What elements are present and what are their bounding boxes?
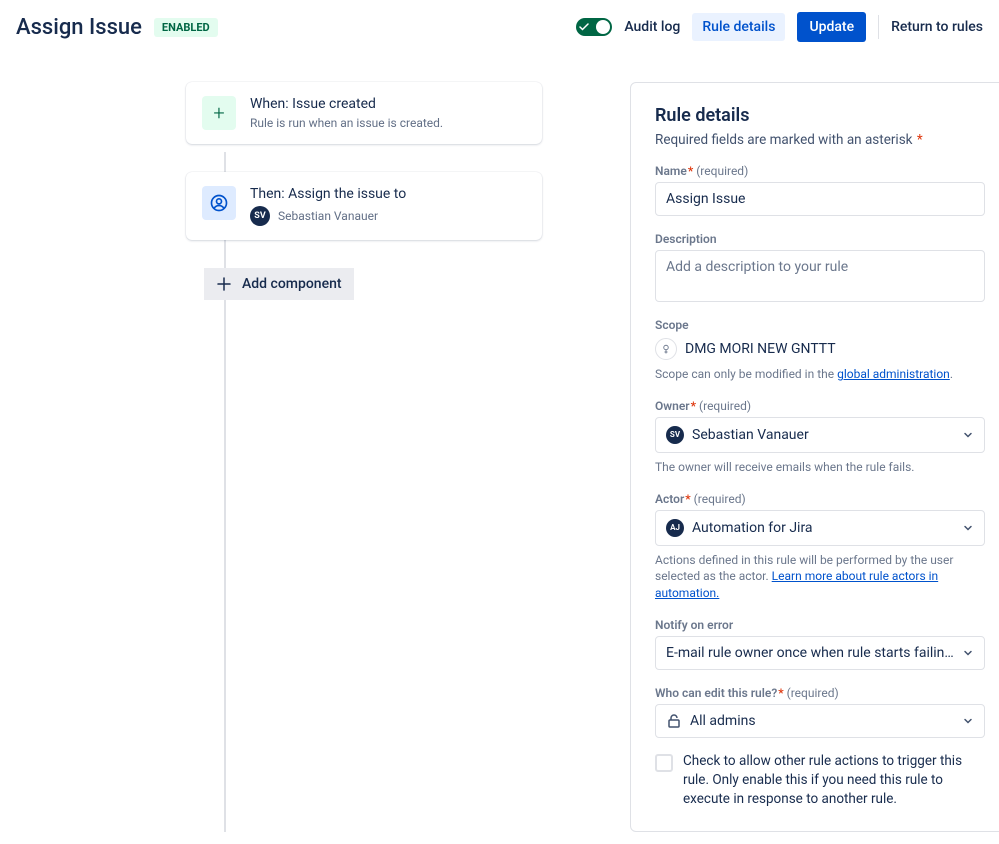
trigger-title: When: Issue created — [250, 96, 443, 112]
required-note: Required fields are marked with an aster… — [655, 132, 913, 148]
add-component-button[interactable]: Add component — [204, 268, 354, 300]
notify-label: Notify on error — [655, 618, 985, 632]
return-to-rules-link[interactable]: Return to rules — [891, 19, 983, 35]
add-component-label: Add component — [242, 276, 342, 292]
plus-icon: + — [202, 96, 236, 130]
avatar: SV — [250, 206, 270, 226]
required-hint: (required) — [699, 399, 751, 413]
plus-icon — [216, 276, 232, 292]
assign-icon — [202, 186, 236, 220]
who-can-edit-select[interactable]: All admins — [655, 704, 985, 738]
avatar: AJ — [666, 519, 684, 537]
description-label: Description — [655, 232, 985, 246]
owner-select[interactable]: SV Sebastian Vanauer — [655, 417, 985, 453]
separator — [878, 15, 879, 39]
trigger-subtitle: Rule is run when an issue is created. — [250, 116, 443, 130]
name-input[interactable]: Assign Issue — [655, 182, 985, 216]
scope-help-text: Scope can only be modified in the — [655, 367, 837, 381]
required-hint: (required) — [696, 164, 748, 178]
rule-details-tab[interactable]: Rule details — [692, 13, 785, 41]
scope-label: Scope — [655, 318, 985, 332]
chevron-down-icon — [962, 429, 974, 441]
rule-enabled-toggle[interactable] — [576, 18, 612, 36]
chevron-down-icon — [962, 522, 974, 534]
panel-heading: Rule details — [655, 105, 985, 126]
assignee-name: Sebastian Vanauer — [278, 209, 378, 223]
check-icon — [579, 22, 589, 32]
owner-label: Owner — [655, 399, 690, 413]
who-can-edit-label: Who can edit this rule? — [655, 686, 777, 700]
action-card[interactable]: Then: Assign the issue to SV Sebastian V… — [186, 172, 542, 240]
scope-icon — [655, 338, 677, 360]
page-title: Assign Issue — [16, 15, 142, 40]
required-hint: (required) — [694, 492, 746, 506]
avatar: SV — [666, 426, 684, 444]
update-button[interactable]: Update — [797, 12, 866, 42]
trigger-card[interactable]: + When: Issue created Rule is run when a… — [186, 82, 542, 144]
rule-details-panel: Rule details Required fields are marked … — [630, 82, 999, 832]
actor-select[interactable]: AJ Automation for Jira — [655, 510, 985, 546]
notify-select[interactable]: E-mail rule owner once when rule starts … — [655, 636, 985, 670]
description-textarea[interactable]: Add a description to your rule — [655, 250, 985, 302]
audit-log-link[interactable]: Audit log — [624, 19, 680, 35]
allow-chaining-checkbox[interactable] — [655, 754, 673, 772]
required-hint: (required) — [787, 686, 839, 700]
action-title: Then: Assign the issue to — [250, 186, 406, 202]
chevron-down-icon — [962, 647, 974, 659]
scope-value: DMG MORI NEW GNTTT — [685, 341, 836, 357]
flow-connector — [224, 152, 226, 832]
enabled-badge: ENABLED — [154, 18, 218, 37]
actor-label: Actor — [655, 492, 684, 506]
owner-help: The owner will receive emails when the r… — [655, 459, 985, 476]
global-administration-link[interactable]: global administration — [837, 367, 950, 381]
chevron-down-icon — [962, 715, 974, 727]
allow-chaining-label: Check to allow other rule actions to tri… — [683, 752, 985, 809]
lock-icon — [666, 713, 682, 729]
name-label: Name — [655, 164, 687, 178]
